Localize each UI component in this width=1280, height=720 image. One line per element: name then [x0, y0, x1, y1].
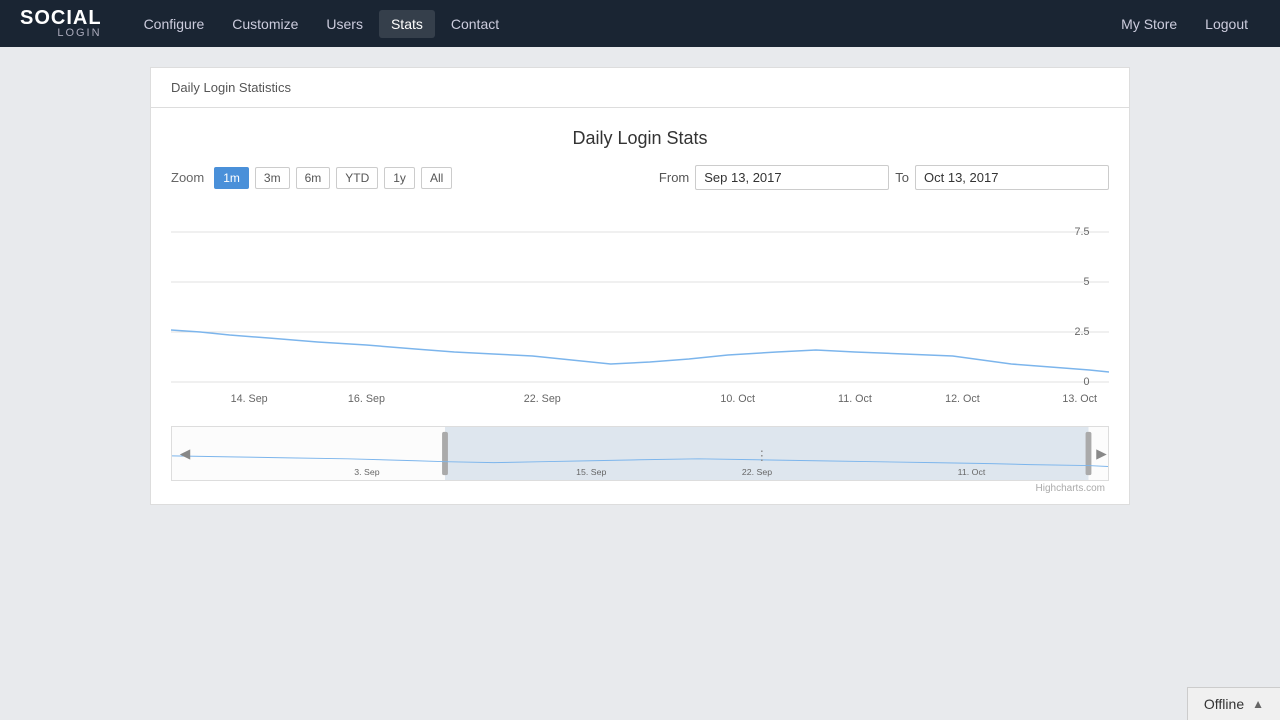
svg-text:10. Oct: 10. Oct	[720, 393, 755, 405]
svg-text:2.5: 2.5	[1075, 326, 1090, 338]
chart-area: 7.5 5 2.5 0 14. Sep 16. Sep 22. Sep 10. …	[171, 202, 1109, 422]
nav-my-store[interactable]: My Store	[1109, 10, 1189, 38]
navbar-right: My Store Logout	[1109, 10, 1260, 38]
svg-text:14. Sep: 14. Sep	[231, 393, 268, 405]
zoom-1m[interactable]: 1m	[214, 167, 249, 189]
chart-line	[171, 330, 1109, 372]
svg-text:15. Sep: 15. Sep	[576, 467, 606, 477]
chart-container: Daily Login Stats Zoom 1m 3m 6m YTD 1y A…	[150, 107, 1130, 505]
zoom-6m[interactable]: 6m	[296, 167, 331, 189]
nav-links: Configure Customize Users Stats Contact	[132, 10, 512, 38]
zoom-ytd[interactable]: YTD	[336, 167, 378, 189]
nav-contact[interactable]: Contact	[439, 10, 511, 38]
svg-text:0: 0	[1083, 376, 1089, 388]
logo-social: SOCIAL	[20, 8, 102, 28]
zoom-all[interactable]: All	[421, 167, 452, 189]
svg-text:3. Sep: 3. Sep	[354, 467, 380, 477]
zoom-label: Zoom	[171, 170, 204, 185]
svg-text:5: 5	[1083, 276, 1089, 288]
navbar-left: SOCIAL LOGIN Configure Customize Users S…	[20, 8, 511, 39]
zoom-1y[interactable]: 1y	[384, 167, 415, 189]
svg-text:7.5: 7.5	[1075, 226, 1090, 238]
svg-text:◀: ◀	[180, 446, 191, 461]
chart-svg: 7.5 5 2.5 0 14. Sep 16. Sep 22. Sep 10. …	[171, 202, 1109, 422]
offline-badge[interactable]: Offline ▲	[1187, 687, 1280, 720]
offline-label: Offline	[1204, 696, 1244, 712]
zoom-3m[interactable]: 3m	[255, 167, 290, 189]
to-date-input[interactable]	[915, 165, 1109, 190]
nav-logout[interactable]: Logout	[1193, 10, 1260, 38]
nav-configure[interactable]: Configure	[132, 10, 217, 38]
svg-text:⋮: ⋮	[755, 448, 769, 463]
nav-customize[interactable]: Customize	[220, 10, 310, 38]
nav-users[interactable]: Users	[314, 10, 375, 38]
breadcrumb-text: Daily Login Statistics	[171, 80, 291, 95]
from-date-input[interactable]	[695, 165, 889, 190]
svg-text:13. Oct: 13. Oct	[1062, 393, 1097, 405]
chart-controls: Zoom 1m 3m 6m YTD 1y All From To	[171, 165, 1109, 190]
logo-login: LOGIN	[20, 28, 102, 39]
page-wrapper: Daily Login Statistics Daily Login Stats…	[140, 67, 1140, 505]
navbar: SOCIAL LOGIN Configure Customize Users S…	[0, 0, 1280, 47]
svg-text:12. Oct: 12. Oct	[945, 393, 980, 405]
chart-title: Daily Login Stats	[171, 128, 1109, 149]
navigator[interactable]: 3. Sep 15. Sep 22. Sep 11. Oct ◀ ▶ ⋮	[171, 426, 1109, 481]
date-range: From To	[659, 165, 1109, 190]
offline-chevron: ▲	[1252, 697, 1264, 711]
svg-text:16. Sep: 16. Sep	[348, 393, 385, 405]
svg-text:22. Sep: 22. Sep	[742, 467, 772, 477]
svg-text:22. Sep: 22. Sep	[524, 393, 561, 405]
svg-text:11. Oct: 11. Oct	[958, 467, 986, 477]
svg-text:11. Oct: 11. Oct	[838, 393, 872, 405]
highcharts-credit: Highcharts.com	[171, 483, 1109, 494]
zoom-section: Zoom 1m 3m 6m YTD 1y All	[171, 167, 452, 189]
to-label: To	[895, 170, 909, 185]
nav-stats[interactable]: Stats	[379, 10, 435, 38]
breadcrumb: Daily Login Statistics	[150, 67, 1130, 107]
logo: SOCIAL LOGIN	[20, 8, 102, 39]
svg-text:▶: ▶	[1096, 446, 1107, 461]
navigator-svg: 3. Sep 15. Sep 22. Sep 11. Oct ◀ ▶ ⋮	[172, 427, 1108, 480]
from-label: From	[659, 170, 689, 185]
